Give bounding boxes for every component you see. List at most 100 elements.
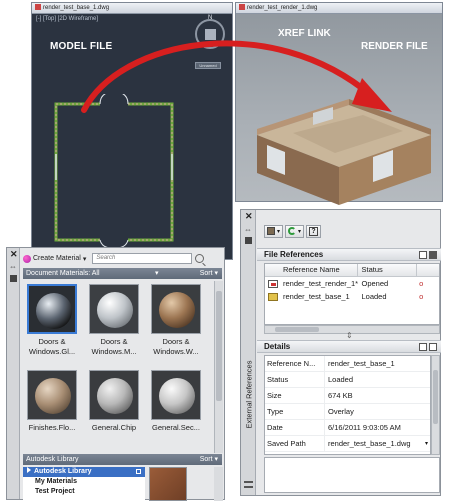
create-material-label: Create Material [33, 255, 81, 262]
details-row[interactable]: Type Overlay [265, 404, 430, 420]
material-sphere [97, 378, 133, 414]
material-label: Finishes.Flo... [23, 423, 81, 433]
details-key: Type [265, 404, 325, 419]
chevron-down-icon[interactable]: ▾ [425, 436, 428, 451]
column-status[interactable]: Status [358, 264, 418, 276]
xref-drawing-icon [268, 293, 278, 301]
library-sort-button[interactable]: Sort ▾ [200, 454, 218, 465]
details-key: Status [265, 372, 325, 387]
library-scrollbar[interactable] [214, 467, 223, 501]
material-swatch [27, 284, 77, 334]
expand-icon[interactable] [27, 467, 31, 473]
refresh-button[interactable]: ▾ [285, 224, 305, 238]
tree-view-icon[interactable] [429, 251, 437, 259]
details-row[interactable]: Status Loaded [265, 372, 430, 388]
library-bar[interactable]: Autodesk Library Sort ▾ [23, 454, 222, 465]
library-tree: Autodesk Library My Materials Test Proje… [23, 467, 145, 501]
model-window-titlebar[interactable]: render_test_base_1.dwg [32, 3, 232, 14]
details-row[interactable]: Reference N... render_test_base_1 [265, 356, 430, 372]
materials-scrollbar[interactable] [214, 281, 223, 453]
autohide-icon[interactable]: ⇔ [9, 262, 17, 271]
model-window-title: render_test_base_1.dwg [43, 5, 110, 11]
viewcube[interactable]: N [195, 15, 225, 49]
material-swatch [89, 284, 139, 334]
materials-search-input[interactable]: Search [92, 253, 193, 264]
table-row[interactable]: render_test_base_1 Loaded o [265, 290, 439, 303]
search-icon[interactable] [195, 254, 205, 263]
details-view-icon[interactable] [419, 343, 427, 351]
pane-splitter-icon[interactable]: ⇕ [346, 331, 353, 340]
help-button[interactable]: ? [306, 224, 322, 238]
drawing-host-icon [268, 280, 278, 288]
material-item[interactable]: Finishes.Flo... [23, 367, 79, 449]
details-row[interactable]: Saved Path render_test_base_1.dwg ▾ [265, 436, 430, 452]
document-materials-bar[interactable]: Document Materials: All ▾ Sort ▾ [23, 268, 222, 279]
details-row[interactable]: Date 6/16/2011 9:03:05 AM [265, 420, 430, 436]
material-label-line1: Doors & [38, 337, 66, 346]
material-label-line2: Windows.W... [153, 347, 199, 356]
material-item[interactable]: Doors & Windows.W... [147, 281, 203, 363]
material-item[interactable]: General.Chip [85, 367, 141, 449]
scrollbar-thumb[interactable] [216, 291, 222, 401]
library-item-test-project[interactable]: Test Project [23, 487, 145, 497]
attach-dwg-icon [267, 227, 275, 235]
xref-link-heading: XREF LINK [278, 28, 331, 39]
help-icon: ? [309, 226, 319, 236]
materials-browser-palette[interactable]: ✕ ⇔ Create Material ▾ Search Document Ma… [6, 247, 225, 501]
viewport-label[interactable]: [-] [Top] [2D Wireframe] [36, 16, 98, 22]
list-view-icon[interactable] [419, 251, 427, 259]
wcs-menu-button[interactable]: Unnamed [195, 62, 221, 69]
file-references-header[interactable]: File References [257, 248, 441, 261]
viewcube-face[interactable] [205, 29, 216, 40]
floor-plan-drawing [54, 94, 174, 248]
close-icon[interactable]: ✕ [10, 249, 18, 260]
library-material-preview[interactable] [149, 467, 187, 501]
table-row[interactable]: render_test_render_1* Opened o [265, 277, 439, 290]
autohide-icon[interactable]: ⇔ [244, 225, 252, 234]
details-row[interactable]: Size 674 KB [265, 388, 430, 404]
library-item-autodesk[interactable]: Autodesk Library [23, 467, 145, 477]
details-value: 674 KB [328, 391, 353, 400]
properties-icon[interactable] [245, 237, 252, 244]
material-label: General.Chip [85, 423, 143, 433]
material-item[interactable]: General.Sec... [147, 367, 203, 449]
column-extra[interactable] [417, 264, 439, 276]
preview-view-icon[interactable] [429, 343, 437, 351]
material-sphere [97, 292, 133, 328]
palette-title: External References [244, 360, 254, 429]
material-label: Doors & Windows.W... [147, 337, 205, 357]
attach-button[interactable]: ▾ [264, 224, 284, 238]
create-material-button[interactable]: Create Material ▾ [23, 254, 86, 263]
details-key: Reference N... [265, 356, 325, 371]
reference-status: Opened [361, 279, 389, 288]
palette-strip[interactable]: ✕ ⇔ External References [241, 210, 256, 495]
external-references-palette[interactable]: ✕ ⇔ External References ▾ ▾ ? File Refer… [240, 209, 441, 496]
render-window-titlebar[interactable]: render_test_render_1.dwg [236, 3, 442, 14]
scrollbar-thumb[interactable] [433, 370, 438, 424]
details-header[interactable]: Details [257, 340, 441, 353]
scrollbar-thumb[interactable] [275, 327, 319, 332]
library-item-label: Autodesk Library [34, 468, 92, 475]
details-scrollbar[interactable] [431, 355, 440, 455]
palette-strip[interactable]: ✕ ⇔ [7, 248, 20, 499]
rendered-house-model [257, 99, 431, 205]
material-sphere [36, 293, 72, 329]
details-value[interactable]: render_test_base_1.dwg ▾ [325, 436, 430, 451]
reference-extra: o [419, 292, 424, 301]
material-item[interactable]: Doors & Windows.M... [85, 281, 141, 363]
document-materials-label: Document Materials: All [26, 270, 100, 277]
column-reference-name[interactable]: Reference Name [265, 264, 358, 276]
library-item-label: Test Project [35, 488, 75, 495]
library-sort-label: Sort [199, 456, 213, 463]
menu-icon[interactable] [244, 481, 253, 488]
material-label: Doors & Windows.Gl... [23, 337, 81, 357]
materials-grid: Doors & Windows.Gl... Doors & Windows.M...… [23, 281, 213, 453]
library-item-my-materials[interactable]: My Materials [23, 477, 145, 487]
close-icon[interactable]: ✕ [245, 211, 253, 222]
material-item[interactable]: Doors & Windows.Gl... [23, 281, 79, 363]
library-bar-label: Autodesk Library [26, 456, 79, 463]
properties-icon[interactable] [10, 275, 17, 282]
sort-button[interactable]: Sort ▾ [200, 268, 218, 279]
saved-path-value: render_test_base_1.dwg [328, 439, 411, 448]
chevron-down-icon[interactable]: ▾ [155, 268, 159, 279]
